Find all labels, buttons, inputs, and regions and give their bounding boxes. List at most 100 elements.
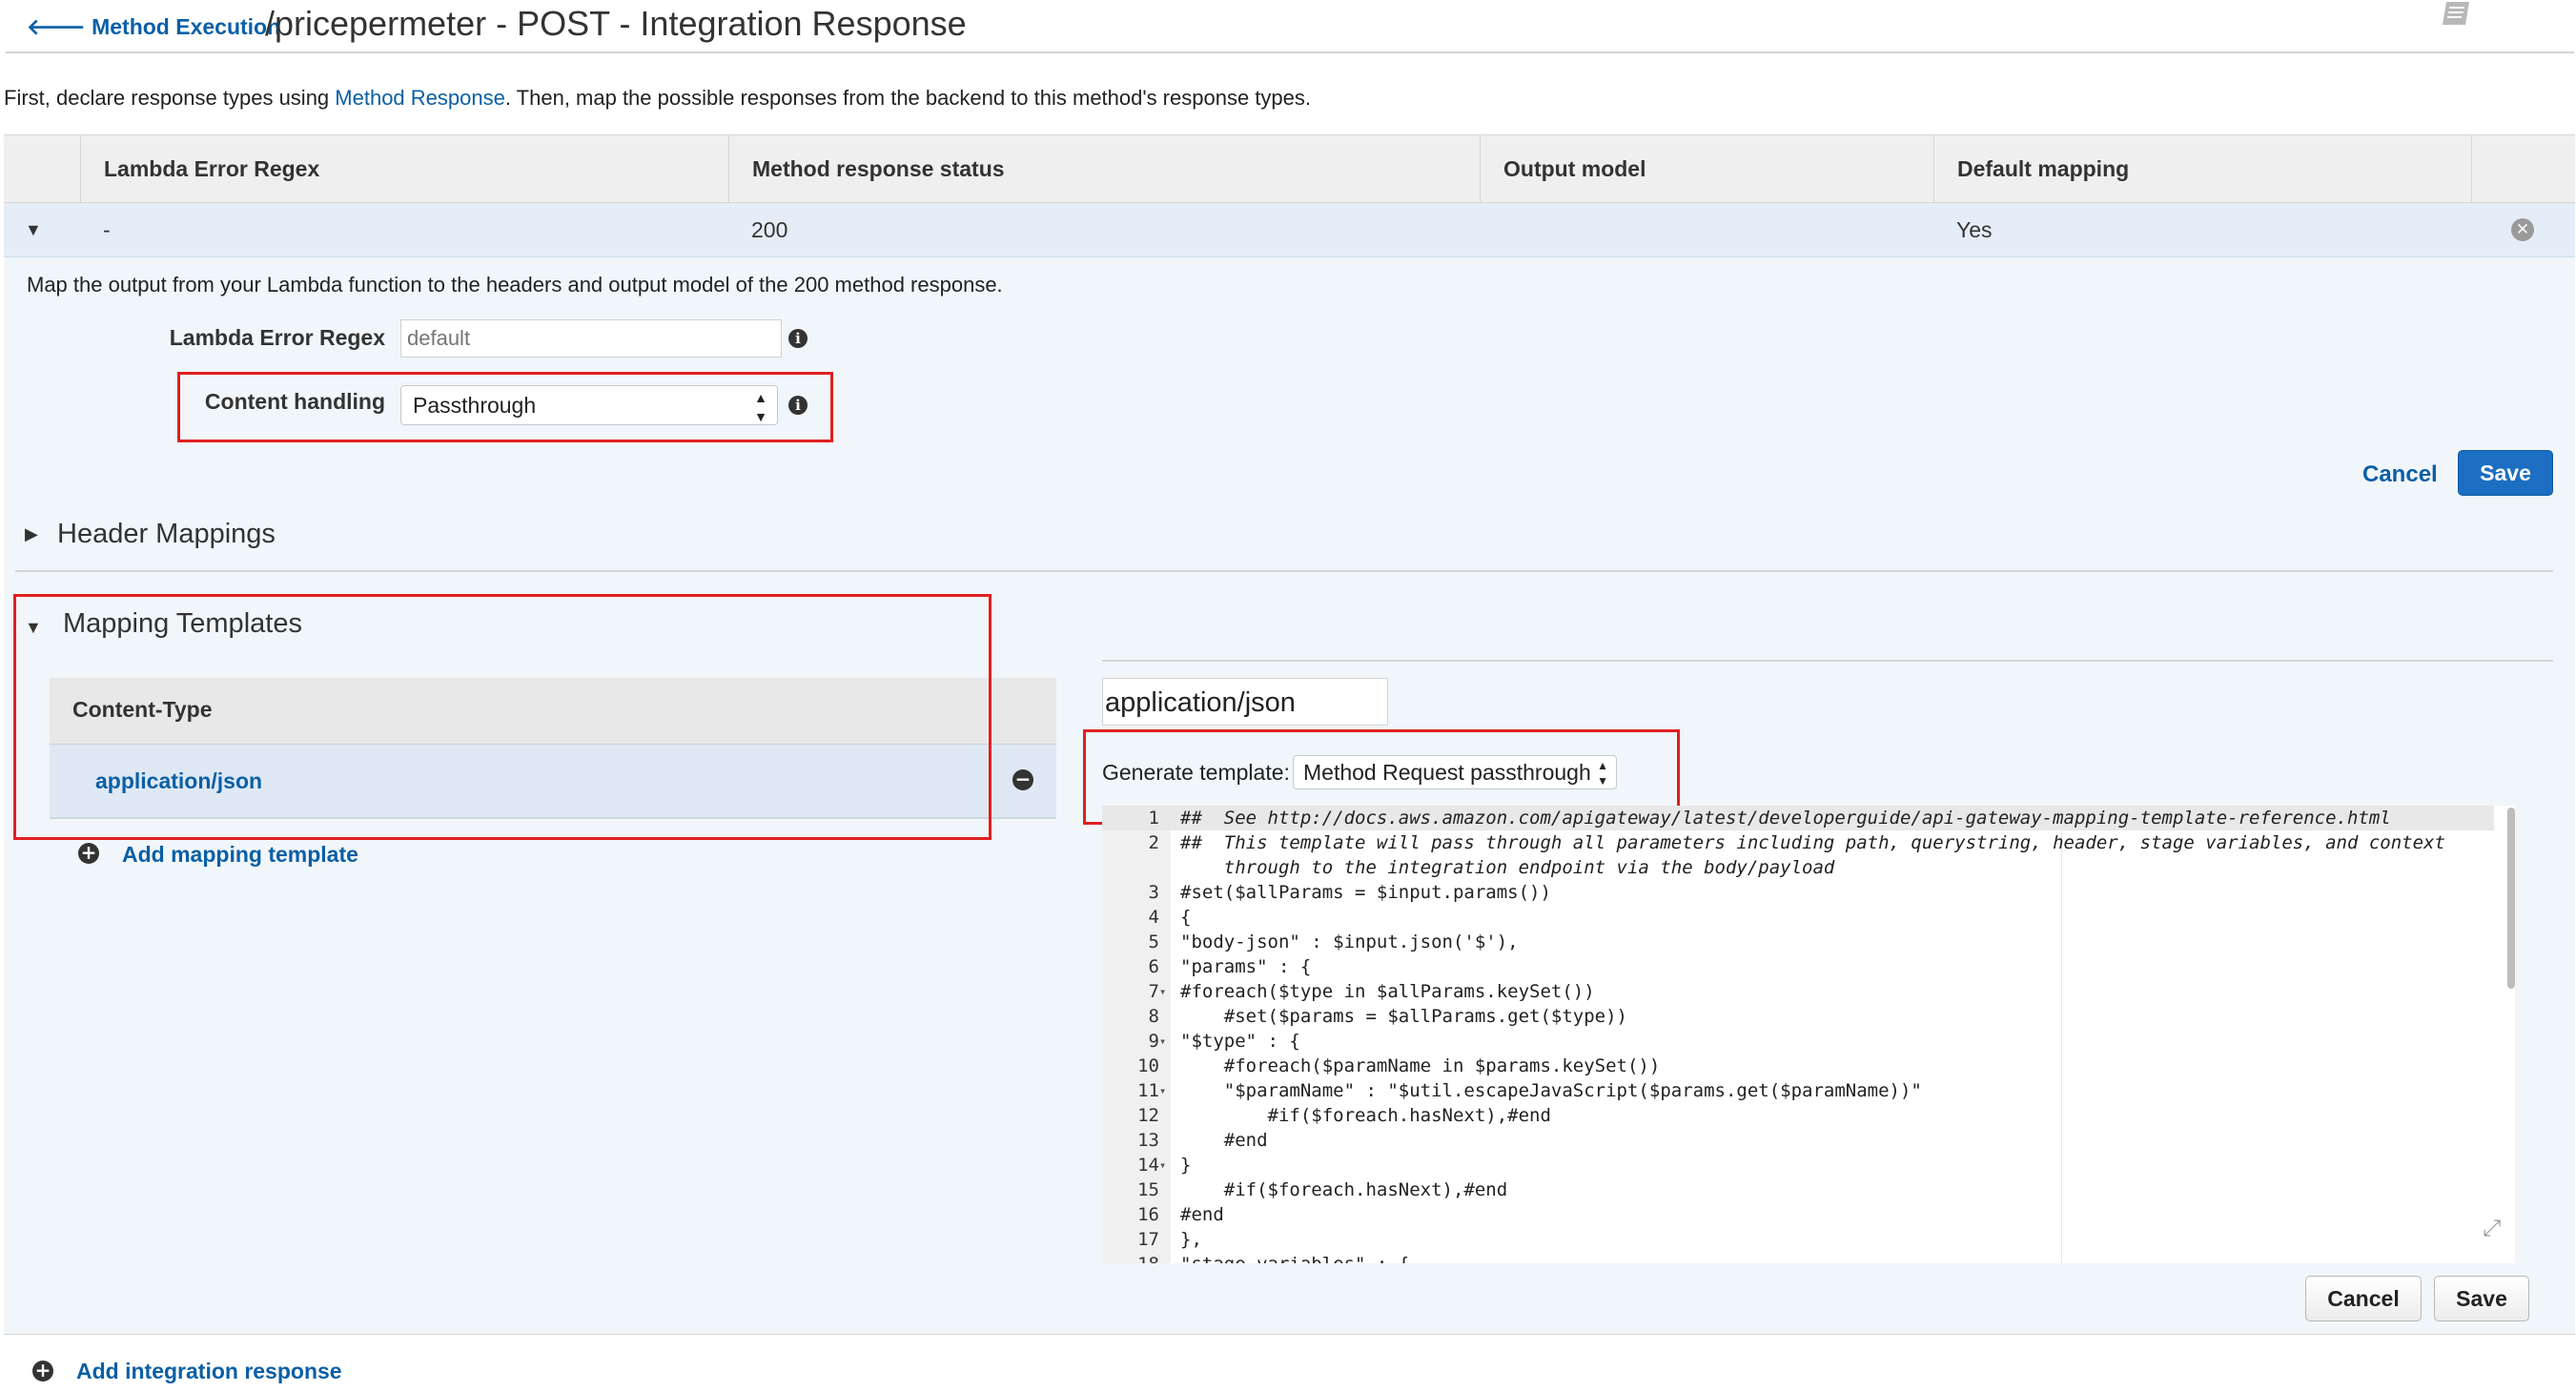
header-divider — [6, 51, 2574, 53]
code-line[interactable]: 13 #end — [1102, 1128, 2494, 1153]
line-number: 8 — [1148, 1006, 1159, 1027]
code-text: "$paramName" : "$util.escapeJavaScript($… — [1180, 1080, 1922, 1101]
mapping-template-editor[interactable]: 1 ## See http://docs.aws.amazon.com/apiga… — [1102, 806, 2515, 1263]
code-line[interactable]: 16 #end — [1102, 1202, 2494, 1227]
code-line[interactable]: 5 "body-json" : $input.json('$'), — [1102, 930, 2494, 954]
code-text: ## This template will pass through all p… — [1180, 832, 2445, 853]
fold-toggle-icon[interactable]: ▾ — [1159, 979, 1171, 1004]
fold-toggle-icon[interactable]: ▾ — [1159, 1078, 1171, 1103]
line-number: 1 — [1148, 808, 1159, 829]
line-number: 17 — [1137, 1229, 1159, 1250]
code-text: #foreach($type in $allParams.keySet()) — [1180, 981, 1595, 1002]
row-regex: - — [103, 217, 111, 242]
code-text: #set($allParams = $input.params()) — [1180, 882, 1551, 903]
content-handling-select[interactable]: Passthrough ▲ ▼ — [400, 385, 778, 425]
line-number: 7 — [1148, 981, 1159, 1002]
template-save-button[interactable]: Save — [2434, 1276, 2529, 1321]
content-handling-label: Content handling — [204, 389, 385, 414]
code-line[interactable]: 11 ▾ "$paramName" : "$util.escapeJavaScri… — [1102, 1078, 2494, 1103]
line-number: 5 — [1148, 931, 1159, 952]
line-number: 15 — [1137, 1179, 1159, 1200]
code-line[interactable]: 10 #foreach($paramName in $params.keySet… — [1102, 1054, 2494, 1078]
code-line[interactable]: 15 #if($foreach.hasNext),#end — [1102, 1177, 2494, 1202]
section-divider — [15, 570, 2553, 572]
code-text: } — [1180, 1155, 1192, 1176]
code-line[interactable]: 1 ## See http://docs.aws.amazon.com/apiga… — [1102, 806, 2494, 830]
editor-scrollbar[interactable] — [2507, 808, 2515, 989]
remove-template-icon[interactable]: − — [1012, 769, 1033, 790]
line-number: 3 — [1148, 882, 1159, 903]
line-number: 10 — [1137, 1055, 1159, 1076]
collapse-caret-icon[interactable]: ▼ — [25, 203, 53, 257]
add-mapping-template-link[interactable]: Add mapping template — [122, 842, 358, 868]
row-status: 200 — [751, 217, 788, 242]
code-text: #if($foreach.hasNext),#end — [1180, 1105, 1551, 1126]
column-lambda-error-regex: Lambda Error Regex — [80, 135, 728, 202]
code-text: "$type" : { — [1180, 1031, 1300, 1052]
code-line[interactable]: 18 "stage-variables" : { — [1102, 1252, 2494, 1263]
content-type-input[interactable]: application/json — [1102, 678, 1388, 726]
code-line[interactable]: 7 ▾ #foreach($type in $allParams.keySet()) — [1102, 979, 2494, 1004]
line-number: 12 — [1137, 1105, 1159, 1126]
code-line[interactable]: 2 ## This template will pass through all … — [1102, 830, 2494, 855]
line-number: 6 — [1148, 956, 1159, 977]
column-default-mapping: Default mapping — [1933, 135, 2471, 202]
resize-handle-icon[interactable]: ⤢ — [2483, 1216, 2501, 1242]
highlight-mapping-templates — [13, 594, 992, 840]
line-number: 14 — [1137, 1155, 1159, 1176]
plus-circle-icon: + — [32, 1361, 53, 1382]
code-line[interactable]: 17}, — [1102, 1227, 2494, 1252]
code-text: through to the integration endpoint via … — [1180, 857, 1835, 878]
mapping-description: Map the output from your Lambda function… — [27, 273, 1003, 297]
row-default-mapping: Yes — [1956, 217, 1993, 242]
select-arrows-icon: ▲ ▼ — [754, 390, 767, 424]
column-output-model: Output model — [1480, 135, 1933, 202]
line-number: 9 — [1148, 1031, 1159, 1052]
code-text: ## See http://docs.aws.amazon.com/apigat… — [1180, 808, 2391, 829]
line-number: 11 — [1137, 1080, 1159, 1101]
lambda-error-regex-input[interactable] — [400, 319, 782, 358]
template-cancel-button[interactable]: Cancel — [2305, 1276, 2422, 1321]
select-arrows-icon: ▲ ▼ — [1597, 759, 1608, 788]
page-title: /pricepermeter - POST - Integration Resp… — [265, 4, 967, 43]
fold-toggle-icon[interactable]: ▾ — [1159, 1029, 1171, 1054]
line-number: 13 — [1137, 1130, 1159, 1151]
code-text: "params" : { — [1180, 956, 1312, 977]
code-line[interactable]: 4{ — [1102, 905, 2494, 930]
code-text: "stage-variables" : { — [1180, 1252, 1409, 1263]
method-execution-back-link[interactable]: 🡐 Method Execution — [27, 13, 280, 40]
notes-icon[interactable] — [2441, 0, 2473, 29]
code-line[interactable]: 3 #set($allParams = $input.params()) — [1102, 880, 2494, 905]
section-divider — [1102, 660, 2553, 662]
column-method-response-status: Method response status — [728, 135, 1480, 202]
lambda-error-regex-label: Lambda Error Regex — [169, 325, 385, 350]
info-icon[interactable]: i — [788, 396, 808, 415]
code-line[interactable]: 9 ▾ "$type" : { — [1102, 1029, 2494, 1054]
remove-response-icon[interactable]: ✕ — [2511, 218, 2534, 241]
code-text: #end — [1180, 1204, 1224, 1225]
method-response-link[interactable]: Method Response — [335, 86, 505, 110]
code-line[interactable]: 8 #set($params = $allParams.get($type)) — [1102, 1004, 2494, 1029]
code-line[interactable]: through to the integration endpoint via … — [1102, 855, 2494, 880]
code-text: #foreach($paramName in $params.keySet()) — [1180, 1055, 1661, 1076]
table-row[interactable]: ▼ - 200 Yes ✕ — [4, 203, 2575, 257]
info-icon[interactable]: i — [788, 329, 808, 348]
integration-response-table-header: Lambda Error Regex Method response statu… — [4, 134, 2575, 203]
code-text: { — [1180, 907, 1192, 928]
header-mappings-title[interactable]: Header Mappings — [57, 519, 276, 550]
code-text: "body-json" : $input.json('$'), — [1180, 931, 1519, 952]
line-number: 16 — [1137, 1204, 1159, 1225]
arrow-left-icon: 🡐 — [27, 14, 86, 39]
add-integration-response-link[interactable]: Add integration response — [76, 1359, 342, 1384]
code-line[interactable]: 14 ▾} — [1102, 1153, 2494, 1177]
line-number: 4 — [1148, 907, 1159, 928]
fold-toggle-icon[interactable]: ▾ — [1159, 1153, 1171, 1177]
code-line[interactable]: 12 #if($foreach.hasNext),#end — [1102, 1103, 2494, 1128]
code-text: }, — [1180, 1229, 1202, 1250]
save-button[interactable]: Save — [2458, 450, 2553, 496]
plus-circle-icon: + — [78, 843, 99, 864]
expand-caret-icon[interactable]: ▶ — [25, 524, 38, 544]
generate-template-select[interactable]: Method Request passthrough ▲ ▼ — [1293, 755, 1617, 789]
cancel-button[interactable]: Cancel — [2362, 461, 2438, 488]
code-line[interactable]: 6 "params" : { — [1102, 954, 2494, 979]
